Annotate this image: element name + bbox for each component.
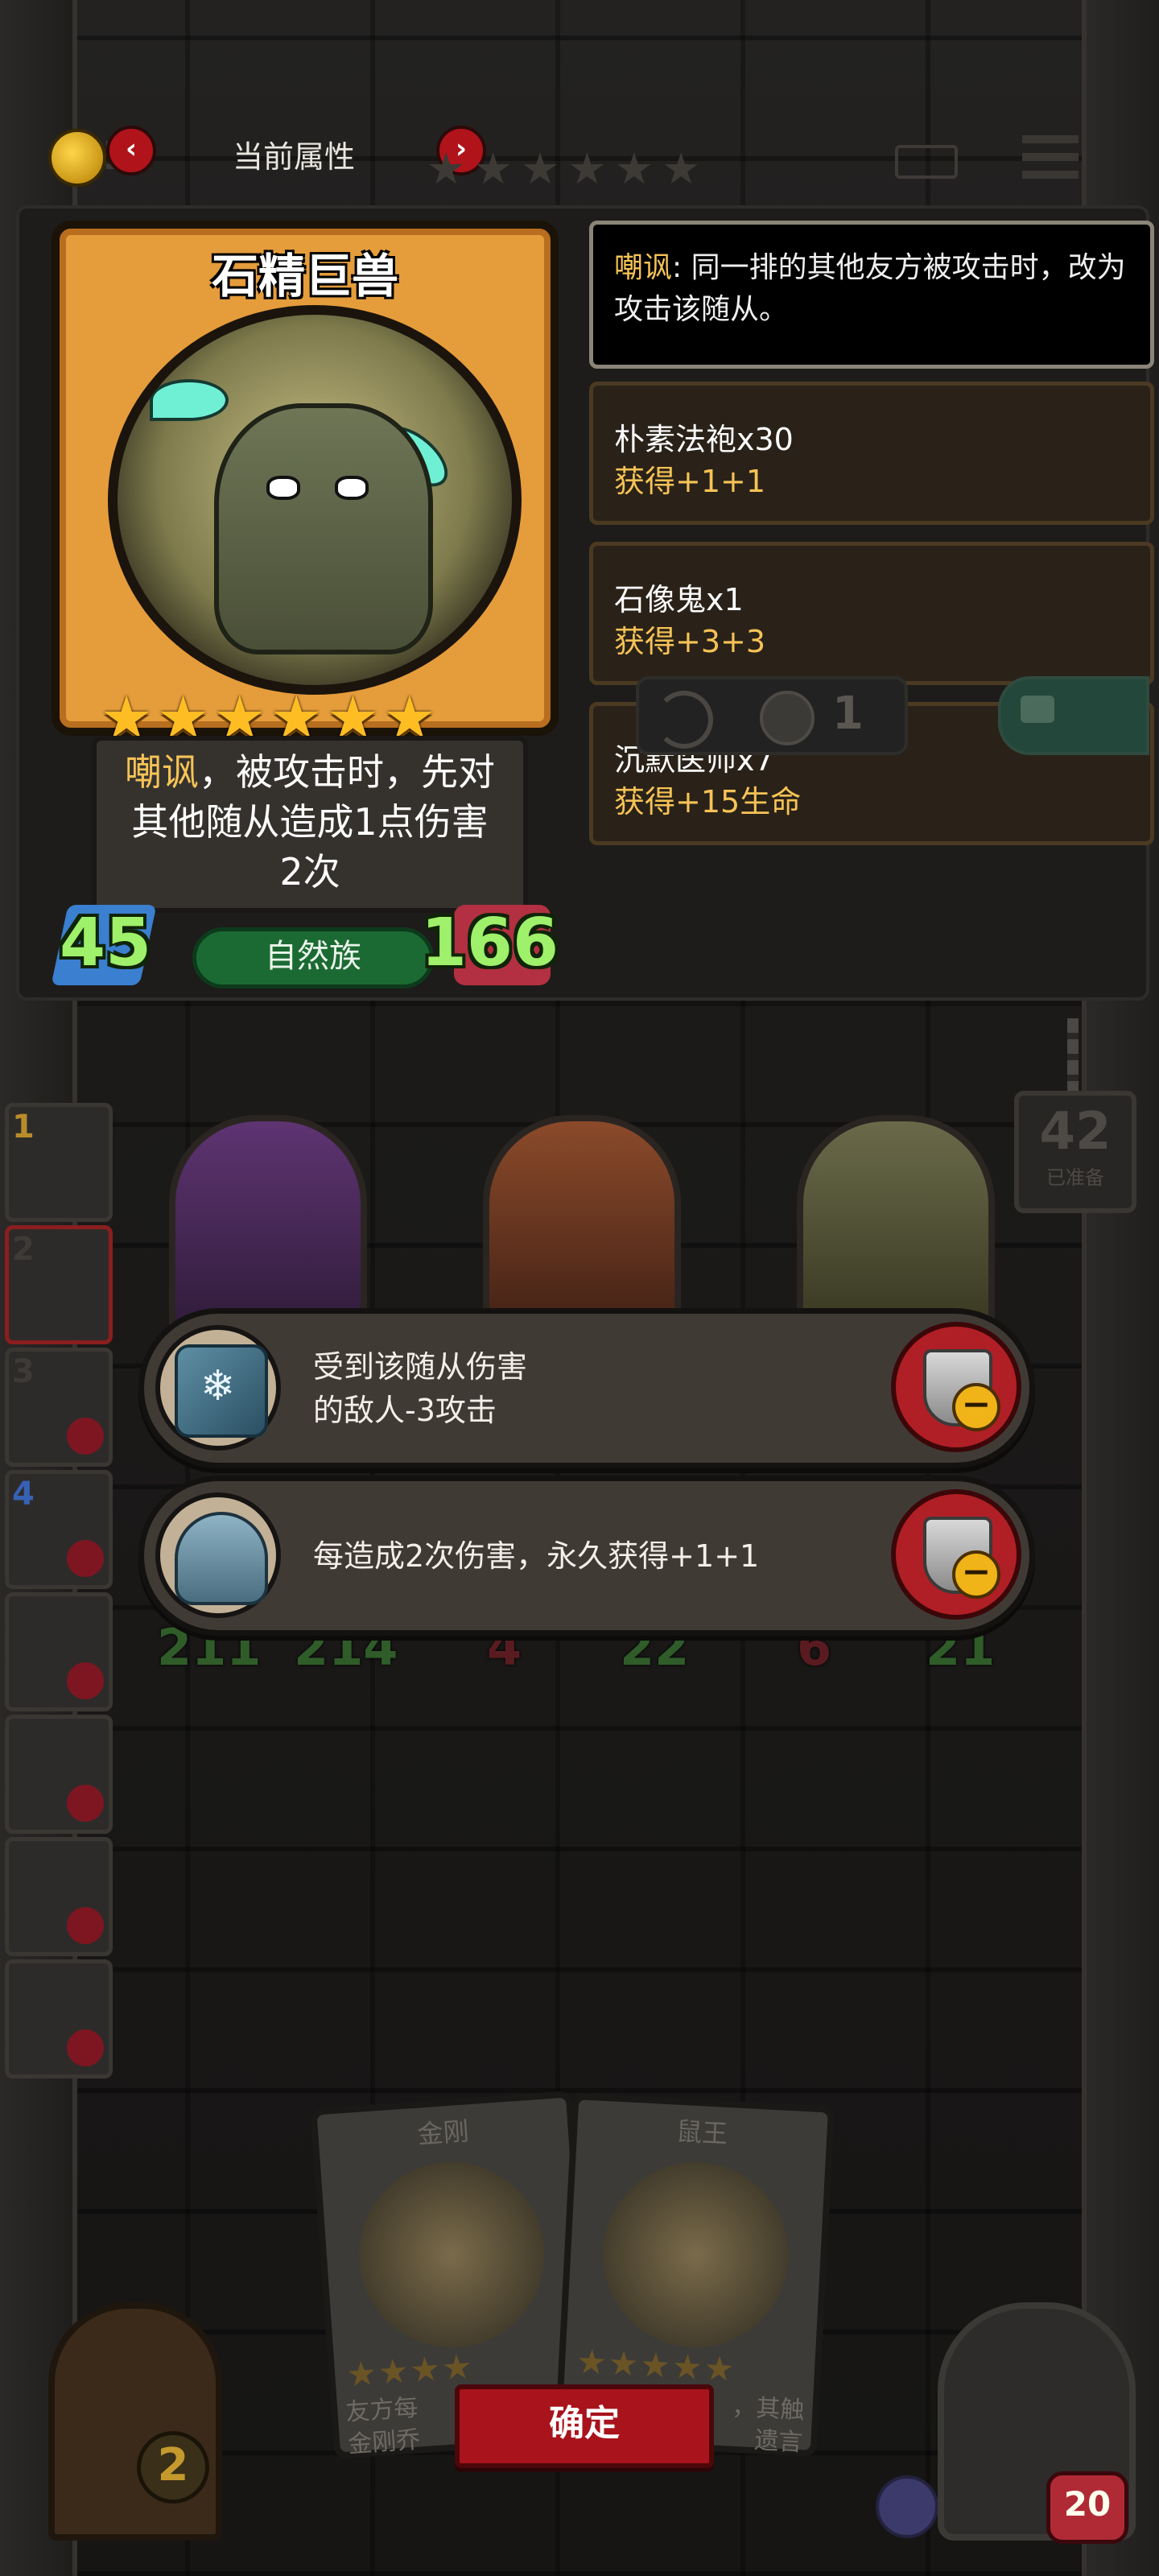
opponent-slot[interactable]: 4 (5, 1470, 113, 1589)
health-value: 166 (420, 905, 559, 981)
minus-icon: − (952, 1550, 1000, 1599)
lock-icon (1021, 696, 1054, 723)
keyword-name: 嘲讽 (614, 251, 673, 284)
taunt-keyword: 嘲讽 (125, 750, 199, 794)
bonus-value: 获得+3+3 (614, 624, 766, 659)
battery-icon (895, 145, 958, 179)
door-count: 2 (137, 2431, 209, 2504)
undo-icon[interactable] (655, 691, 713, 749)
leaf-icon (150, 379, 229, 421)
opponent-slot[interactable]: 1 (5, 1103, 113, 1222)
ready-counter: 42 已准备 (1014, 1091, 1136, 1213)
hooded-figure-icon (175, 1512, 268, 1605)
bonus-row: 石像鬼x1 获得+3+3 (589, 542, 1154, 685)
golem-eye (266, 476, 300, 500)
skull-icon (67, 1418, 104, 1455)
buff-row: 每造成2次伤害，永久获得+1+1 − (138, 1476, 1035, 1636)
minus-icon: − (952, 1383, 1000, 1431)
bonus-value: 获得+15生命 (614, 784, 802, 819)
opponent-slot[interactable] (5, 1959, 113, 2079)
attack-value: 45 (60, 905, 152, 981)
opponent-slot[interactable] (5, 1837, 113, 1956)
minion-detail-panel: 石精巨兽 ★★★★★★ 嘲讽，被攻击时，先对 其他随从造成1点伤害 2次 45 … (16, 205, 1154, 1001)
desc-line3: 2次 (279, 850, 340, 894)
opponent-rank: 4 (12, 1476, 35, 1513)
hand-card-name: 鼠王 (675, 2116, 729, 2149)
hand-card-art (353, 2156, 551, 2354)
skull-icon (67, 2029, 104, 2066)
golem-figure (214, 403, 433, 654)
card-name: 石精巨兽 (211, 249, 398, 303)
lock-button[interactable] (998, 676, 1149, 755)
hero-health: 20 (1046, 2471, 1128, 2544)
keyword-info-box: 嘲讽: 同一排的其他友方被攻击时，改为攻击该随从。 (589, 221, 1154, 369)
remove-buff-button[interactable]: − (891, 1489, 1021, 1620)
crown-icon (760, 691, 815, 745)
action-bar: 1 (636, 676, 908, 755)
opponent-rank: 2 (12, 1231, 35, 1268)
golem-eye (335, 476, 369, 500)
buff-line: 每造成2次伤害，永久获得+1+1 (313, 1538, 760, 1574)
door-icon[interactable] (48, 2302, 222, 2541)
tribe-label: 自然族 (192, 927, 434, 989)
desc-line1: ，被攻击时，先对 (199, 750, 495, 794)
gold-coin-icon (48, 129, 106, 187)
buff-text: 每造成2次伤害，永久获得+1+1 (313, 1481, 759, 1630)
desc-line2: 其他随从造成1点伤害 (131, 800, 489, 844)
skull-icon (67, 1907, 104, 1944)
skull-icon (67, 1540, 104, 1577)
ready-label: 已准备 (1046, 1166, 1104, 1189)
menu-icon[interactable] (1022, 135, 1079, 184)
tavern-stars: ★★★★★★ (427, 143, 709, 194)
hand-card-name: 金刚 (416, 2116, 470, 2150)
frost-book-icon (175, 1344, 268, 1438)
buff-text: 受到该随从伤害 的敌人-3攻击 (313, 1314, 527, 1463)
buff-icon-frame (155, 1325, 281, 1451)
opponent-slot[interactable] (5, 1715, 113, 1834)
card-description: 嘲讽，被攻击时，先对 其他随从造成1点伤害 2次 (92, 736, 528, 913)
skull-icon (67, 1662, 104, 1699)
attribute-title: 当前属性 (232, 139, 355, 175)
bonus-source: 石像鬼x1 (614, 582, 744, 617)
opponent-slot[interactable] (5, 1592, 113, 1711)
opponent-slot[interactable]: 2 (5, 1225, 113, 1344)
opponent-rank: 1 (12, 1108, 35, 1146)
bonus-source: 朴素法袍x30 (614, 422, 794, 457)
bonus-value: 获得+1+1 (614, 464, 766, 499)
ready-count: 42 (1039, 1102, 1112, 1162)
armor-icon (876, 2475, 938, 2538)
top-bar: 19 ‹ 当前属性 › ★★★★★★ (48, 121, 1111, 194)
hand-card-stars: ★★★★★ (575, 2341, 737, 2389)
stone-golem-portrait (108, 305, 522, 695)
remove-buff-button[interactable]: − (891, 1322, 1021, 1452)
buff-line: 受到该随从伤害 (313, 1348, 528, 1385)
opponent-slot[interactable]: 3 (5, 1348, 113, 1467)
buff-row: 受到该随从伤害 的敌人-3攻击 − (138, 1308, 1035, 1468)
minion-card: 石精巨兽 ★★★★★★ 嘲讽，被攻击时，先对 其他随从造成1点伤害 2次 45 … (51, 221, 559, 989)
keyword-description: : 同一排的其他友方被攻击时，改为攻击该随从。 (614, 251, 1126, 326)
hand-card-art (598, 2157, 794, 2352)
opponent-rank: 3 (12, 1353, 35, 1390)
keyword-text: 嘲讽: 同一排的其他友方被攻击时，改为攻击该随从。 (614, 247, 1134, 331)
bonus-row: 朴素法袍x30 获得+1+1 (589, 382, 1154, 525)
skull-icon (67, 1785, 104, 1822)
prev-attribute-button[interactable]: ‹ (106, 126, 156, 175)
confirm-button[interactable]: 确定 (455, 2384, 714, 2468)
buff-icon-frame (155, 1492, 281, 1618)
chain-decoration (1067, 1018, 1079, 1091)
crown-count: 1 (832, 687, 864, 740)
buff-line: 的敌人-3攻击 (313, 1392, 497, 1428)
